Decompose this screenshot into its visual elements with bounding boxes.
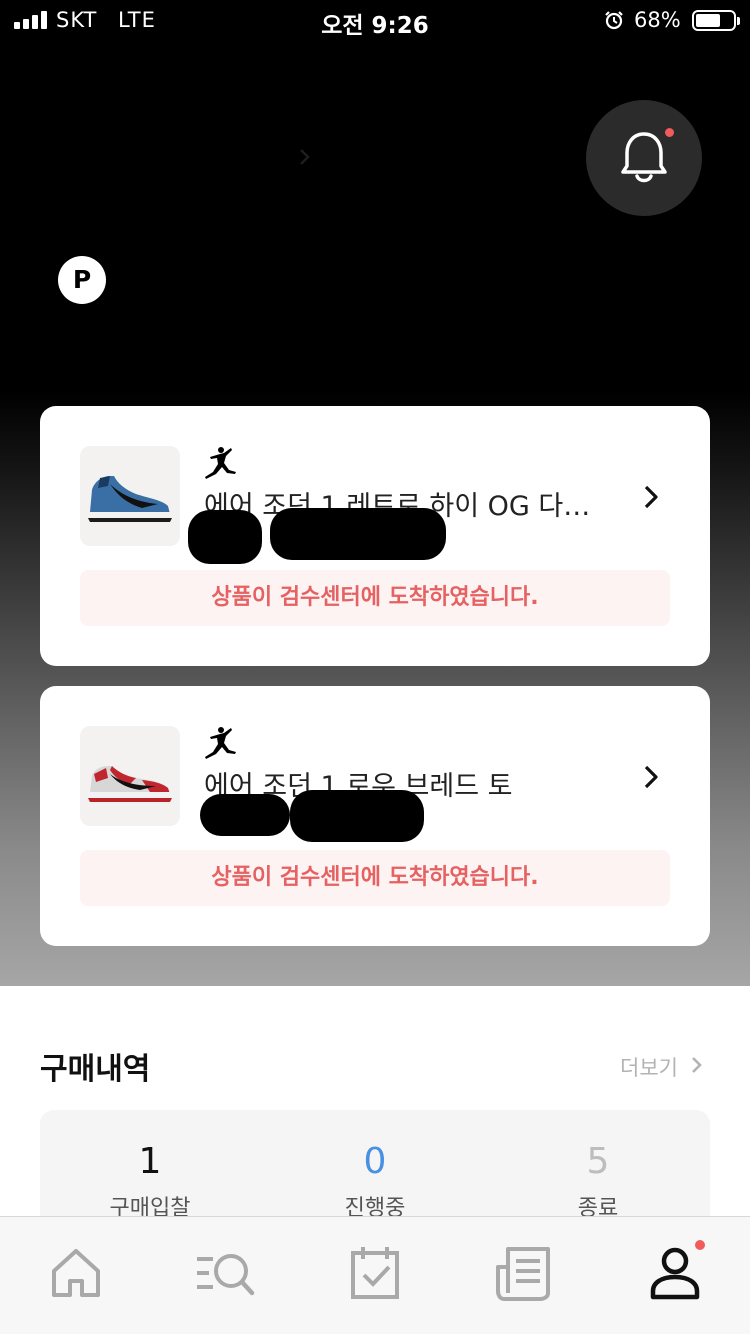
status-bar: SKT LTE 오전 9:26 68% [0, 0, 750, 40]
search-icon [197, 1254, 255, 1296]
status-notice: 상품이 검수센터에 도착하였습니다. [80, 570, 670, 626]
tab-news[interactable] [494, 1243, 554, 1303]
notification-badge [665, 128, 674, 137]
sneaker-image [88, 766, 172, 802]
tab-calendar[interactable] [345, 1243, 405, 1303]
order-card[interactable]: 에어 조던 1 레트로 하이 OG 다크... 상품이 검수센터에 도착하였습니… [40, 406, 710, 666]
notification-button[interactable] [586, 100, 702, 216]
jordan-jumpman-icon [205, 447, 236, 479]
point-badge[interactable]: P [58, 256, 106, 304]
stat-bidding[interactable]: 1 구매입찰 [40, 1138, 260, 1222]
calendar-check-icon [351, 1247, 399, 1299]
profile-icon [650, 1247, 700, 1300]
alarm-icon [605, 11, 623, 30]
tab-search[interactable] [195, 1243, 255, 1303]
redacted-detail [290, 790, 424, 842]
profile-chevron-icon[interactable] [296, 148, 314, 166]
battery-icon [692, 10, 736, 31]
sneaker-image [88, 476, 172, 522]
purchase-history-title: 구매내역 [40, 1052, 151, 1087]
jordan-jumpman-icon [205, 727, 236, 759]
redacted-detail [200, 794, 290, 836]
tab-bar [0, 1216, 750, 1334]
stat-count: 1 [138, 1141, 162, 1182]
profile-badge [695, 1240, 705, 1250]
tab-profile[interactable] [645, 1243, 705, 1303]
chevron-right-icon[interactable] [640, 484, 662, 510]
chevron-right-icon[interactable] [690, 1056, 704, 1074]
stat-count: 0 [363, 1141, 387, 1182]
news-icon [496, 1247, 550, 1301]
stat-completed[interactable]: 5 종료 [488, 1138, 708, 1222]
stat-in-progress[interactable]: 0 진행중 [265, 1138, 485, 1222]
battery-percent: 68% [634, 8, 681, 32]
chevron-right-icon[interactable] [640, 764, 662, 790]
redacted-detail [270, 508, 446, 560]
battery-tip [737, 17, 740, 25]
stat-count: 5 [586, 1141, 610, 1182]
order-card[interactable]: 에어 조던 1 로우 브레드 토 상품이 검수센터에 도착하였습니다. [40, 686, 710, 946]
product-thumbnail [80, 446, 180, 546]
more-link[interactable]: 더보기 [620, 1052, 678, 1082]
status-notice: 상품이 검수센터에 도착하였습니다. [80, 850, 670, 906]
bell-icon [621, 132, 667, 183]
battery-fill [696, 14, 720, 27]
home-icon [52, 1249, 100, 1297]
product-thumbnail [80, 726, 180, 826]
tab-home[interactable] [46, 1243, 106, 1303]
redacted-detail [188, 510, 262, 564]
